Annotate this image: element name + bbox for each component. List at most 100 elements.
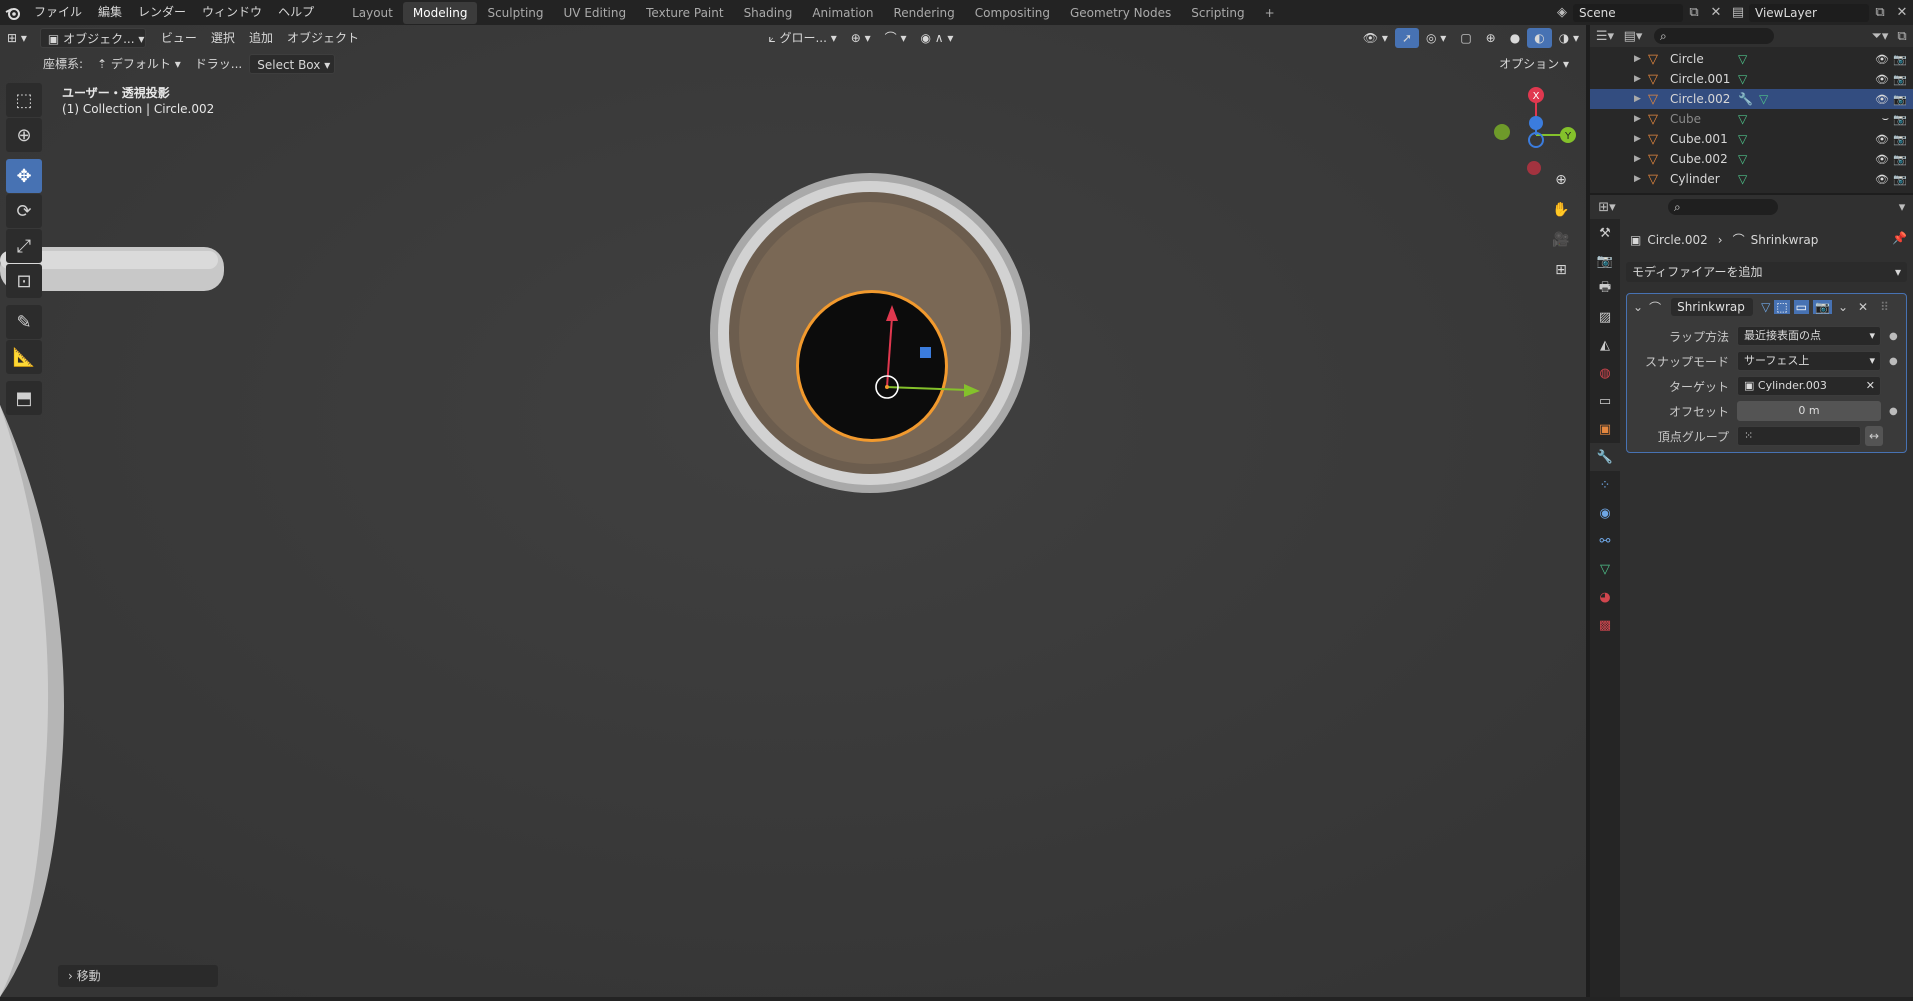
tab-texture-paint[interactable]: Texture Paint [636,2,733,24]
mesh-data-icon[interactable]: ▽ [1738,152,1747,166]
texture-tab-icon[interactable]: ▩ [1590,611,1620,639]
rotate-tool-icon[interactable]: ⟳ [6,194,42,228]
outliner-row[interactable]: ▶ ▽ Cube ▽ ⌣ 📷 [1590,109,1913,129]
eye-icon[interactable]: 👁 [1875,133,1889,146]
outliner-row[interactable]: ▶ ▽ Cylinder ▽ 👁 📷 [1590,169,1913,189]
properties-search-input[interactable]: ⌕ [1668,199,1778,215]
mesh-data-icon[interactable]: ▽ [1738,132,1747,146]
annotate-tool-icon[interactable]: ✎ [6,305,42,339]
tab-rendering[interactable]: Rendering [884,2,965,24]
camera-view-icon[interactable]: 🎥 [1548,227,1574,253]
tab-animation[interactable]: Animation [802,2,883,24]
world-tab-icon[interactable]: ◍ [1590,359,1620,387]
mode-dropdown[interactable]: ▣ オブジェク... ▾ [39,28,146,48]
outliner-row[interactable]: ▶ ▽ Circle.002 🔧 ▽ 👁 📷 [1590,89,1913,109]
transform-tool-icon[interactable]: ⊡ [6,264,42,298]
eye-icon[interactable]: 👁 [1875,173,1889,186]
scene-tab-icon[interactable]: ◭ [1590,331,1620,359]
visibility-icon[interactable]: 👁 ▾ [1356,28,1395,48]
editor-type-icon[interactable]: ⊞ ▾ [0,28,34,48]
display-mode-icon[interactable]: ▤▾ [1622,26,1644,46]
viewlayer-icon[interactable]: ▤ [1727,3,1749,23]
camera-icon[interactable]: 📷 [1893,113,1907,126]
menu-0[interactable]: ファイル [26,0,90,25]
viewport-menu-3[interactable]: オブジェクト [280,28,366,48]
3d-viewport[interactable]: ⊞ ▾ ▣ オブジェク... ▾ ビュー 選択 追加 オブジェクト ⟀ グロー... … [0,25,1586,997]
new-viewlayer-icon[interactable]: ⧉ [1869,3,1891,23]
options-dropdown[interactable]: オプション ▾ [1492,54,1576,74]
scale-tool-icon[interactable]: ⤢ [6,229,42,263]
wrap-method-dropdown[interactable]: 最近接表面の点 ▾ [1737,326,1881,346]
tab-compositing[interactable]: Compositing [965,2,1060,24]
new-scene-icon[interactable]: ⧉ [1683,3,1705,23]
tool-tab-icon[interactable]: ⚒ [1590,219,1620,247]
mesh-data-icon[interactable]: ▽ [1738,112,1747,126]
outliner-row[interactable]: ▶ ▽ Circle ▽ 👁 📷 [1590,49,1913,69]
outliner-search-input[interactable]: ⌕ [1654,28,1774,44]
last-operator-panel[interactable]: › 移動 [58,965,218,987]
expand-arrow-icon[interactable]: ▶ [1634,134,1648,144]
expand-arrow-icon[interactable]: ▶ [1634,74,1648,84]
coord-dropdown[interactable]: ⇡ デフォルト ▾ [90,54,188,74]
eye-icon[interactable]: 👁 [1875,73,1889,86]
drag-dropdown[interactable]: Select Box ▾ [249,53,336,74]
cage-toggle-icon[interactable]: ⬚ [1774,300,1790,314]
material-tab-icon[interactable]: ◕ [1590,583,1620,611]
render-tab-icon[interactable]: 📷 [1590,247,1620,275]
camera-icon[interactable]: 📷 [1893,53,1907,66]
collection-tab-icon[interactable]: ▭ [1590,387,1620,415]
material-shading-icon[interactable]: ◐ [1527,28,1552,48]
modifier-icon[interactable]: 🔧 [1738,92,1753,106]
camera-icon[interactable]: 📷 [1893,93,1907,106]
keyframe-dot-icon[interactable]: ● [1889,356,1898,367]
expand-arrow-icon[interactable]: ▶ [1634,174,1648,184]
tab-geometry-nodes[interactable]: Geometry Nodes [1060,2,1181,24]
outliner-row[interactable]: ▶ ▽ Circle.001 ▽ 👁 📷 [1590,69,1913,89]
filter-icon[interactable]: ⏷▾ [1869,26,1891,46]
blender-logo-icon[interactable] [0,3,26,23]
new-collection-icon[interactable]: ⧉ [1891,26,1913,46]
measure-tool-icon[interactable]: 📐 [6,340,42,374]
solid-shading-icon[interactable]: ● [1503,28,1527,48]
viewport-toggle-icon[interactable]: ▭ [1793,300,1809,314]
overlay-toggle-icon[interactable]: ◎ ▾ [1419,28,1453,48]
camera-icon[interactable]: 📷 [1893,173,1907,186]
render-toggle-icon[interactable]: 📷 [1813,300,1832,314]
expand-arrow-icon[interactable]: ▶ [1634,154,1648,164]
drag-handle-icon[interactable]: ⠿ [1880,300,1889,314]
camera-icon[interactable]: 📷 [1893,73,1907,86]
tab-layout[interactable]: Layout [342,2,403,24]
scene-icon[interactable]: ◈ [1551,3,1573,23]
move-gizmo[interactable] [860,295,1000,425]
menu-1[interactable]: 編集 [90,0,130,25]
menu-4[interactable]: ヘルプ [270,0,322,25]
delete-scene-icon[interactable]: ✕ [1705,3,1727,23]
vertex-group-field[interactable]: ⁙ [1737,426,1861,446]
mesh-data-icon[interactable]: ▽ [1759,92,1768,106]
snap-mode-dropdown[interactable]: サーフェス上 ▾ [1737,351,1881,371]
mesh-data-icon[interactable]: ▽ [1738,172,1747,186]
pan-hand-icon[interactable]: ✋ [1548,197,1574,223]
pin-icon[interactable]: 📌 [1892,231,1907,245]
viewport-menu-1[interactable]: 選択 [204,28,242,48]
viewport-menu-2[interactable]: 追加 [242,28,280,48]
outliner-editor-icon[interactable]: ☰▾ [1594,26,1616,46]
gizmo-toggle-icon[interactable]: ➚ [1394,28,1420,48]
mesh-data-icon[interactable]: ▽ [1738,52,1747,66]
wireframe-shading-icon[interactable]: ⊕ [1479,28,1503,48]
properties-editor-icon[interactable]: ⊞▾ [1596,197,1618,217]
tab-shading[interactable]: Shading [734,2,803,24]
view-layer-tab-icon[interactable]: ▨ [1590,303,1620,331]
add-modifier-dropdown[interactable]: モディファイアーを追加 ▾ [1626,262,1907,282]
outliner-row[interactable]: ▶ ▽ Cube.001 ▽ 👁 📷 [1590,129,1913,149]
eye-icon[interactable]: 👁 [1875,93,1889,106]
menu-3[interactable]: ウィンドウ [194,0,270,25]
select-box-tool-icon[interactable]: ⬚ [6,83,42,117]
panel-options-icon[interactable]: ▾ [1891,197,1913,217]
expand-arrow-icon[interactable]: ▶ [1634,54,1648,64]
edit-mode-toggle-icon[interactable]: ▽ [1761,300,1770,314]
tab-uv-editing[interactable]: UV Editing [554,2,637,24]
modifier-menu-icon[interactable]: ⌄ [1838,300,1848,314]
scene-field[interactable]: Scene [1573,3,1683,22]
proportional-edit-icon[interactable]: ◉ ∧ ▾ [914,28,961,48]
